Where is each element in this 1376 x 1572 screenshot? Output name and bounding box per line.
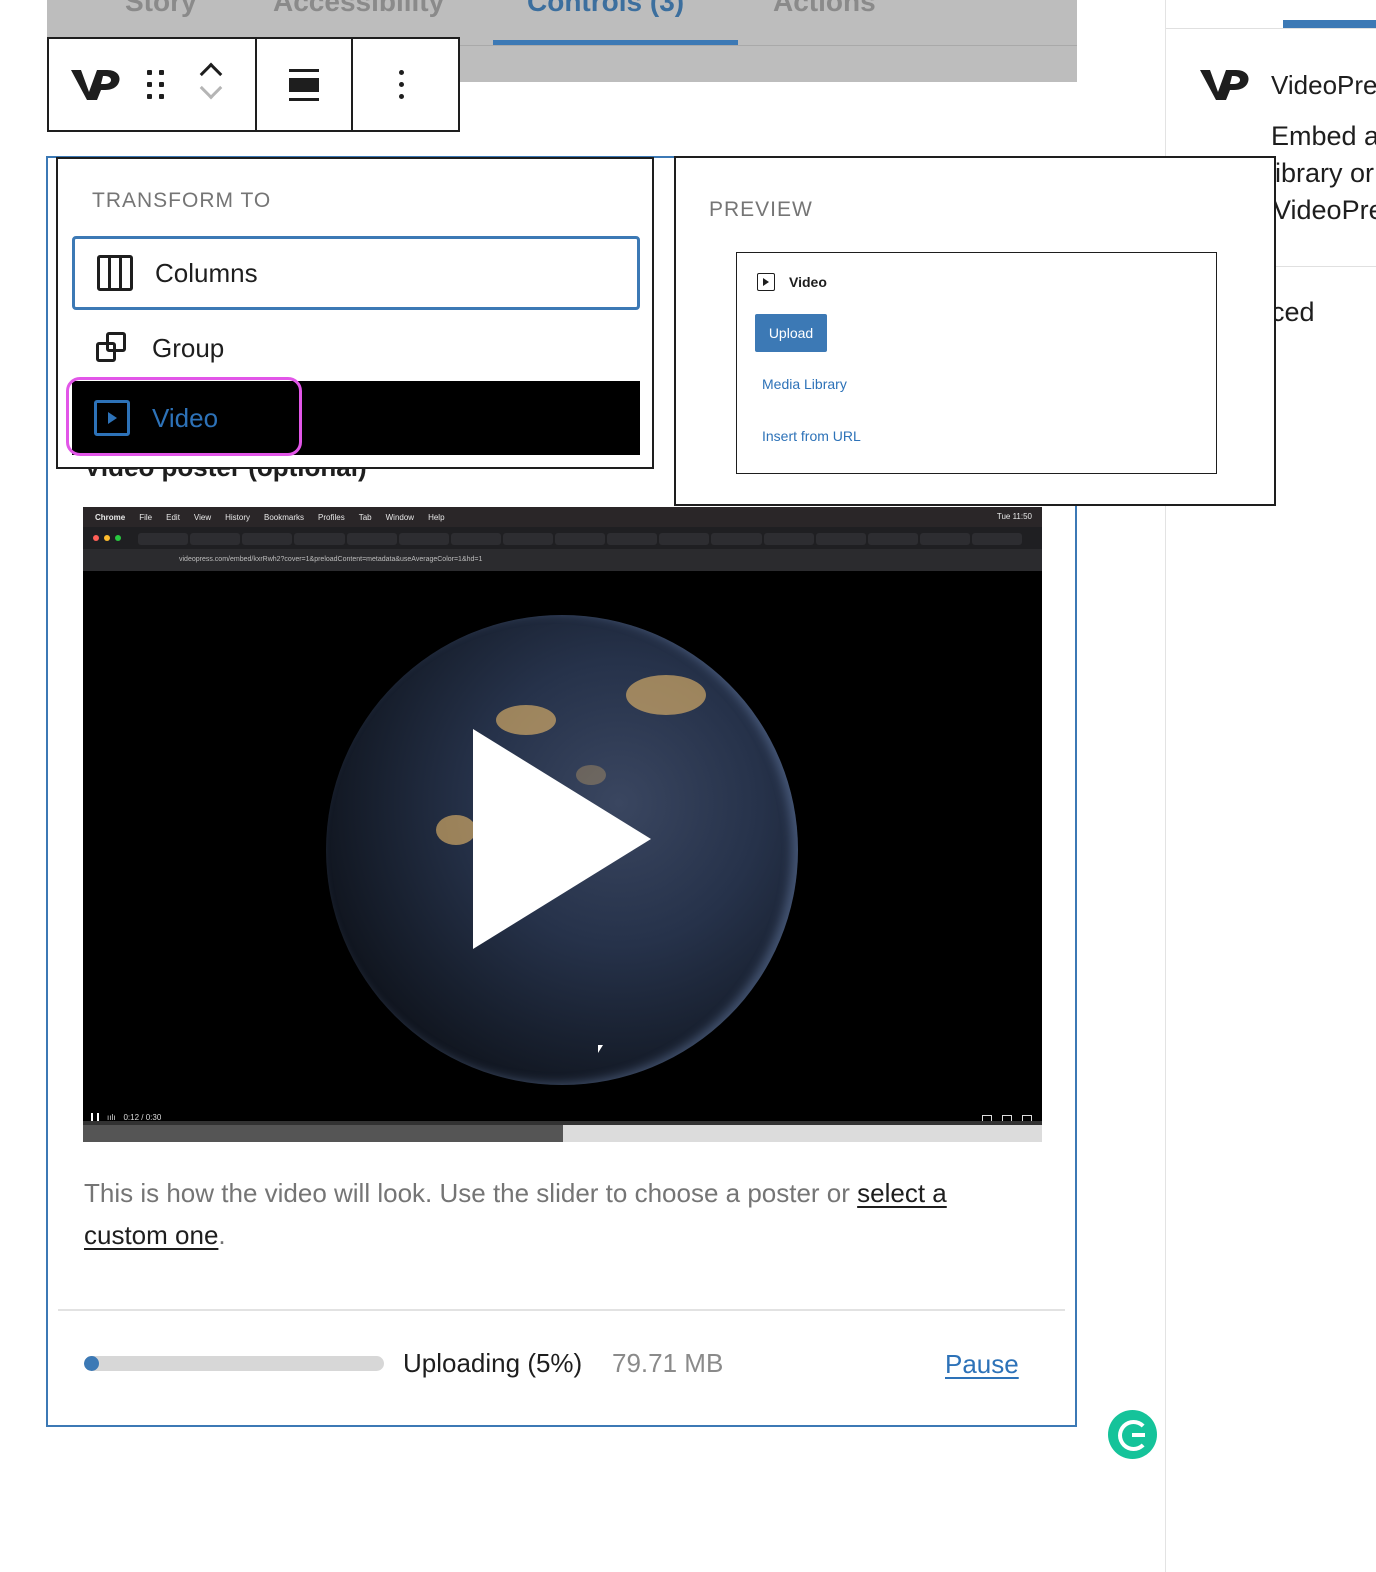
cursor-icon xyxy=(598,1045,603,1053)
menu-item: Tab xyxy=(358,512,372,522)
pause-upload-button[interactable]: Pause xyxy=(945,1349,1019,1380)
align-button[interactable] xyxy=(257,39,353,130)
align-wide-icon xyxy=(289,68,319,101)
recorded-url: videopress.com/embed/kxrRwh2?cover=1&pre… xyxy=(179,556,483,563)
poster-slider[interactable] xyxy=(83,1125,1042,1142)
tab-actions[interactable]: Actions xyxy=(773,0,876,18)
menu-item: Edit xyxy=(166,512,180,522)
sidebar-tabs-divider xyxy=(1166,28,1376,29)
recorded-browser-tabs xyxy=(83,527,1042,549)
menu-item: View xyxy=(193,512,212,522)
preview-media-library-link: Media Library xyxy=(762,376,847,392)
recorded-menu-bar: Chrome File Edit View History Bookmarks … xyxy=(83,507,1042,527)
block-movers xyxy=(199,60,225,110)
preview-insert-url-link: Insert from URL xyxy=(762,428,861,444)
transform-item-label: Group xyxy=(152,332,225,363)
block-switcher-group xyxy=(49,39,257,130)
menu-item: File xyxy=(139,512,153,522)
description-line: Embed a xyxy=(1271,121,1376,151)
menu-app-name: Chrome xyxy=(95,512,126,522)
transform-label: TRANSFORM TO xyxy=(92,189,272,212)
video-icon xyxy=(757,273,775,291)
transform-to-group[interactable]: Group xyxy=(72,311,640,385)
block-description: Embed a ibrary or VideoPre xyxy=(1271,118,1376,229)
videopress-logo-icon[interactable] xyxy=(69,66,121,104)
menu-item: Help xyxy=(428,512,445,522)
videopress-logo-icon xyxy=(1200,70,1249,100)
help-text: This is how the video will look. Use the… xyxy=(84,1178,858,1208)
video-poster-preview[interactable]: Chrome File Edit View History Bookmarks … xyxy=(83,507,1042,1142)
upload-status: Uploading (5%) xyxy=(403,1348,583,1378)
group-icon xyxy=(94,330,130,366)
poster-help-text: This is how the video will look. Use the… xyxy=(84,1172,1004,1256)
transform-to-columns[interactable]: Columns xyxy=(72,236,640,310)
transform-preview: PREVIEW Video Upload Media Library Inser… xyxy=(674,156,1276,506)
description-line: VideoPre xyxy=(1273,195,1376,225)
more-vertical-icon xyxy=(398,70,404,99)
drag-handle-icon[interactable] xyxy=(147,69,165,100)
preview-title: Video xyxy=(757,273,827,291)
menu-clock: Tue 11:50 xyxy=(996,512,1032,521)
poster-slider-fill xyxy=(83,1125,563,1142)
block-divider xyxy=(58,1309,1065,1311)
transform-menu: TRANSFORM TO Columns Group Video xyxy=(56,157,654,469)
menu-item: Window xyxy=(385,512,415,522)
block-toolbar xyxy=(47,37,460,132)
columns-icon xyxy=(97,255,133,291)
video-icon xyxy=(94,400,130,436)
chevron-down-icon[interactable] xyxy=(199,76,223,99)
recorded-address-bar: videopress.com/embed/kxrRwh2?cover=1&pre… xyxy=(83,549,1042,571)
preview-upload-button: Upload xyxy=(755,314,827,352)
menu-item: History xyxy=(225,512,251,522)
play-icon[interactable] xyxy=(473,729,651,949)
preview-title-text: Video xyxy=(789,274,827,290)
more-options-button[interactable] xyxy=(353,39,449,130)
grammarly-icon[interactable] xyxy=(1108,1410,1157,1459)
transform-item-label: Video xyxy=(152,402,219,433)
upload-progress-bar xyxy=(84,1356,384,1371)
preview-video-placeholder: Video Upload Media Library Insert from U… xyxy=(736,252,1217,474)
tab-controls[interactable]: Controls (3) xyxy=(527,0,684,18)
advanced-panel-toggle[interactable]: ced xyxy=(1271,297,1315,328)
tab-story[interactable]: Story xyxy=(125,0,197,18)
menu-item: Profiles xyxy=(318,512,345,522)
description-line: ibrary or xyxy=(1275,158,1375,188)
block-title: VideoPre xyxy=(1271,70,1376,100)
tab-accessibility[interactable]: Accessibility xyxy=(273,0,444,18)
menu-item: Bookmarks xyxy=(264,512,305,522)
preview-label: PREVIEW xyxy=(709,198,813,221)
upload-size: 79.71 MB xyxy=(612,1348,724,1378)
transform-item-label: Columns xyxy=(155,257,258,288)
upload-progress-fill xyxy=(84,1356,99,1371)
help-text-end: . xyxy=(218,1220,226,1250)
transform-to-video[interactable]: Video xyxy=(72,381,640,455)
sidebar-active-tab-indicator xyxy=(1283,20,1376,28)
